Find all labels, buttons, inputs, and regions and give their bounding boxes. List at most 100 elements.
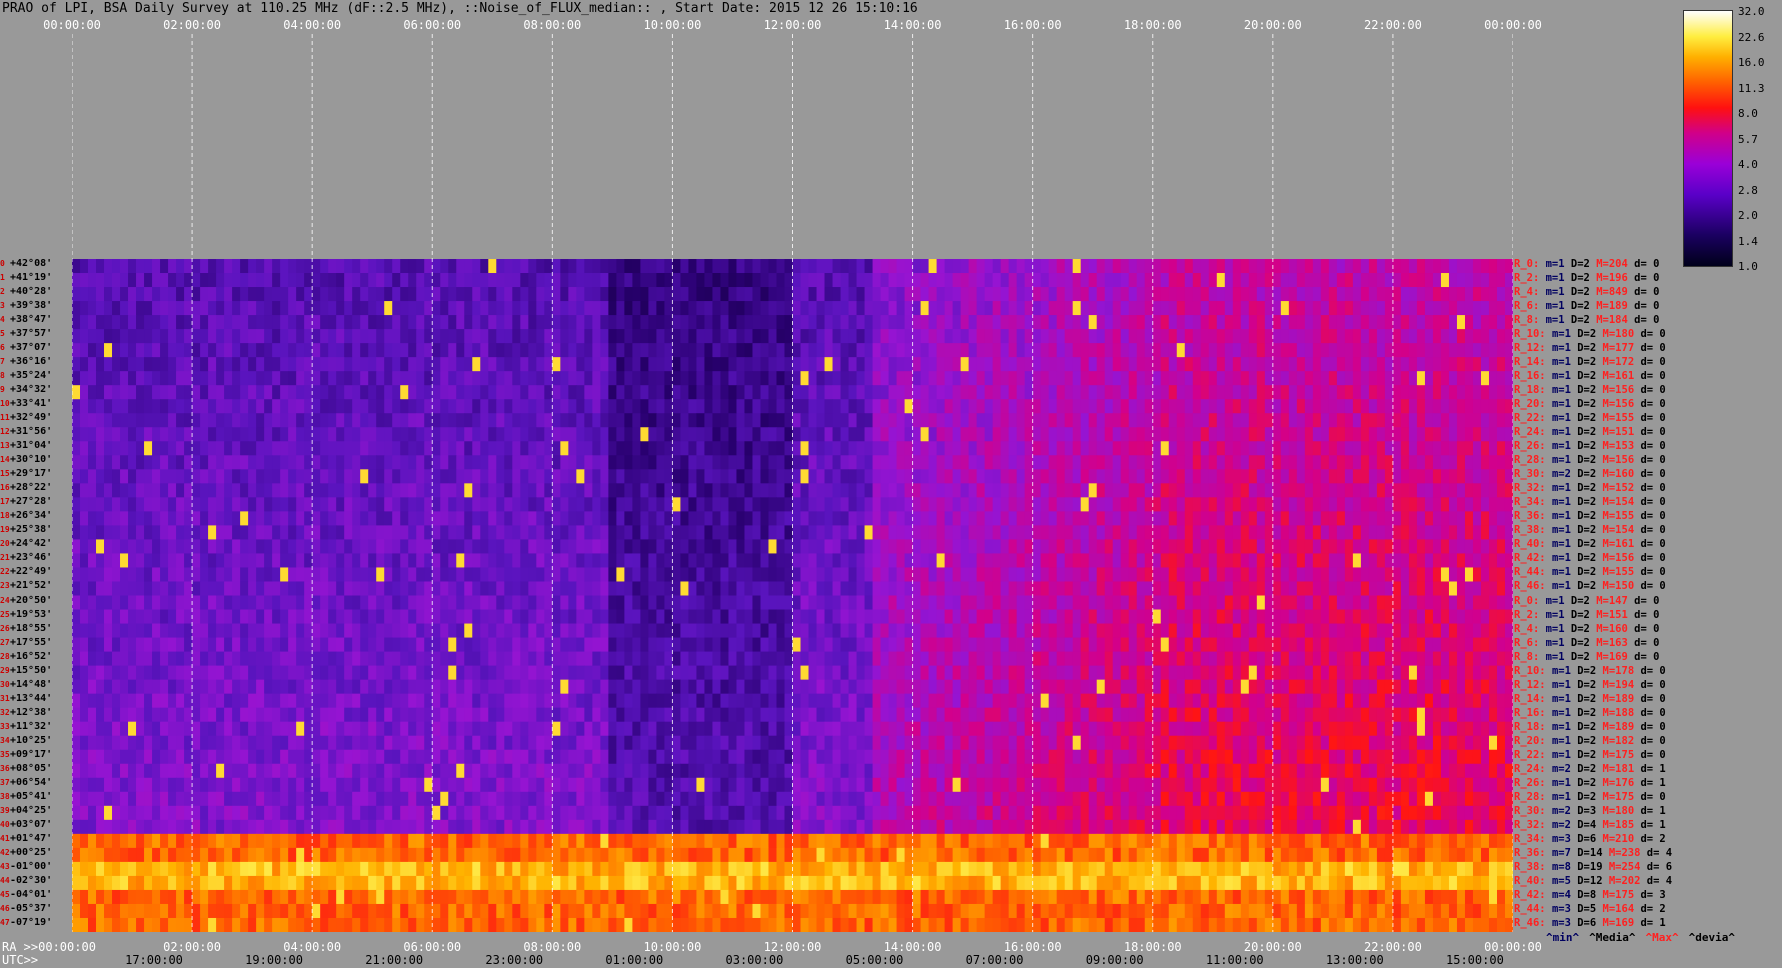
declination-label: 25+19°53' [0, 609, 72, 621]
row-stat-field: R_22: [1514, 748, 1552, 761]
row-stat-field: d= 0 [1640, 328, 1666, 341]
row-stat: R_24: m=1 D=2 M=151 d= 0 [1514, 426, 1666, 438]
row-stat-field: m=1 [1545, 636, 1571, 649]
row-stat-field: m=1 [1551, 552, 1578, 565]
row-stat-field: M=156 [1602, 552, 1641, 565]
row-stat-field: R_38: [1514, 524, 1552, 537]
row-stat: R_38: m=1 D=2 M=154 d= 0 [1514, 524, 1666, 536]
row-stat-field: R_40: [1514, 538, 1552, 551]
utc-tick-label: 01:00:00 [605, 953, 664, 967]
row-index: 8 [0, 371, 5, 381]
row-stat-field: d= 4 [1646, 874, 1673, 887]
row-stat: R_14: m=1 D=2 M=172 d= 0 [1514, 356, 1666, 368]
ra-tick-label: 12:00:00 [763, 940, 822, 954]
row-stat: R_6: m=1 D=2 M=163 d= 0 [1514, 637, 1659, 649]
row-stat-field: R_40: [1514, 874, 1552, 887]
row-stat: R_46: m=1 D=2 M=150 d= 0 [1514, 580, 1666, 592]
row-stat-field: d= 1 [1640, 818, 1666, 831]
row-stat: R_4: m=1 D=2 M=160 d= 0 [1514, 623, 1659, 635]
row-stat: R_44: m=1 D=2 M=155 d= 0 [1514, 566, 1666, 578]
row-stat-field: R_44: [1514, 566, 1552, 579]
declination-label: 30+14°48' [0, 679, 72, 691]
declination-value: +11°32' [10, 720, 53, 732]
legend-entry: ^devia^ [1688, 931, 1735, 944]
row-stat-field: D=2 [1577, 734, 1603, 747]
row-index: 35 [0, 749, 10, 759]
row-index: 41 [0, 833, 10, 843]
row-index: 30 [0, 679, 10, 689]
row-stat-field: R_2: [1514, 272, 1546, 285]
row-stat-field: R_42: [1514, 552, 1552, 565]
colorbar-tick: 11.3 [1738, 81, 1765, 95]
row-index: 43 [0, 861, 10, 871]
row-stat-field: d= 0 [1640, 538, 1666, 551]
row-stat-field: M=161 [1602, 538, 1641, 551]
row-stat-field: D=2 [1577, 412, 1603, 425]
colorbar-tick: 2.8 [1738, 183, 1758, 197]
row-index: 44 [0, 875, 10, 885]
declination-label: 22+22°49' [0, 566, 72, 578]
top-tick-label: 10:00:00 [643, 18, 702, 32]
row-index: 20 [0, 539, 10, 549]
utc-tick-label: 03:00:00 [725, 953, 784, 967]
row-index: 37 [0, 777, 10, 787]
row-stat: R_36: m=7 D=14 M=238 d= 4 [1514, 847, 1672, 859]
ra-axis-label: RA >>00:00:00 [2, 940, 96, 954]
declination-value: +31°04' [10, 440, 53, 452]
row-stat-field: d= 0 [1640, 748, 1666, 761]
row-stat-field: M=177 [1602, 342, 1641, 355]
row-stat-field: m=1 [1551, 566, 1578, 579]
row-stat-field: m=1 [1551, 454, 1578, 467]
row-index: 2 [0, 287, 5, 297]
row-index: 0 [0, 259, 5, 268]
row-stat-field: d= 0 [1634, 258, 1660, 270]
declination-value: +28°22' [10, 482, 53, 494]
row-index: 31 [0, 693, 10, 703]
row-index: 36 [0, 763, 10, 773]
row-stat: R_30: m=2 D=2 M=160 d= 0 [1514, 468, 1666, 480]
row-index: 38 [0, 791, 10, 801]
utc-tick-label: 19:00:00 [245, 953, 303, 967]
row-stat-field: D=2 [1577, 692, 1603, 705]
row-stat-field: m=1 [1545, 314, 1571, 327]
declination-label: 10+33°41' [0, 398, 72, 410]
ra-tick-label: 04:00:00 [283, 940, 342, 954]
row-stat-field: M=849 [1596, 286, 1635, 299]
row-stat-field: M=188 [1602, 706, 1641, 719]
row-stat-field: D=2 [1577, 356, 1603, 369]
row-stat-field: D=2 [1570, 594, 1597, 607]
row-stat-field: D=2 [1577, 776, 1603, 789]
row-stat-field: d= 0 [1640, 482, 1666, 495]
declination-label: 19+25°38' [0, 524, 72, 536]
row-stat-field: M=163 [1596, 636, 1635, 649]
row-stat-field: d= 1 [1640, 916, 1666, 929]
row-stat-field: M=150 [1602, 580, 1641, 593]
row-index: 22 [0, 567, 10, 577]
row-stat-field: M=172 [1602, 356, 1641, 369]
declination-value: +16°52' [10, 650, 53, 662]
row-stat-field: D=6 [1577, 916, 1603, 929]
declination-label: 41+01°47' [0, 833, 72, 845]
colorbar-tick: 4.0 [1738, 158, 1758, 171]
row-stat-field: R_26: [1514, 440, 1552, 453]
row-stat-field: M=160 [1602, 468, 1641, 481]
row-stat-field: D=2 [1577, 482, 1603, 495]
declination-label: 28+16°52' [0, 651, 72, 663]
row-stat: R_14: m=1 D=2 M=189 d= 0 [1514, 693, 1666, 705]
row-stat-field: d= 0 [1640, 664, 1666, 677]
declination-label: 21+23°46' [0, 552, 72, 564]
declination-label: 15+29°17' [0, 468, 72, 480]
utc-tick-label: 09:00:00 [1085, 953, 1144, 967]
row-index: 13 [0, 441, 10, 451]
declination-label: 33+11°32' [0, 721, 72, 733]
row-stat-field: M=182 [1602, 734, 1641, 747]
declination-value: -04°01' [10, 888, 53, 900]
row-stat-field: d= 0 [1634, 650, 1660, 663]
declination-value: +32°49' [10, 412, 53, 424]
row-stat-field: R_46: [1514, 916, 1552, 929]
row-stat-field: D=2 [1577, 370, 1603, 383]
row-index: 24 [0, 595, 10, 605]
row-index: 34 [0, 735, 10, 745]
row-stat-field: D=2 [1577, 720, 1603, 733]
row-stat: R_10: m=1 D=2 M=180 d= 0 [1514, 328, 1666, 340]
